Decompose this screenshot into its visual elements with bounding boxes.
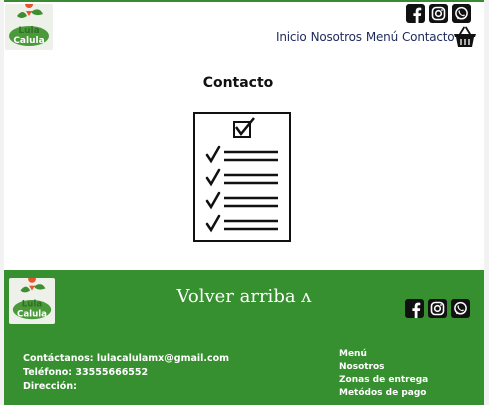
checklist-icon <box>193 112 293 248</box>
footer-link-pagos[interactable]: Metódos de pago <box>339 387 428 400</box>
facebook-icon[interactable] <box>405 299 424 318</box>
svg-text:Calula: Calula <box>13 36 44 46</box>
nav-item-menu[interactable]: Menú <box>366 30 398 44</box>
svg-text:Lula: Lula <box>18 26 39 36</box>
whatsapp-icon[interactable] <box>451 299 470 318</box>
brand-logo[interactable]: Lula Calula <box>5 4 53 50</box>
footer-link-menu[interactable]: Menú <box>339 348 428 361</box>
basket-icon[interactable] <box>453 26 477 52</box>
header-social-links <box>406 4 471 23</box>
footer: Lula Calula Volver arriba ʌ Contáctanos:… <box>4 270 484 405</box>
facebook-icon[interactable] <box>406 4 425 23</box>
contact-address: Dirección: <box>23 381 77 392</box>
instagram-icon[interactable] <box>428 299 447 318</box>
footer-link-nosotros[interactable]: Nosotros <box>339 361 428 374</box>
page: Lula Calula Inicio Nosotros Menú Contact… <box>4 0 484 405</box>
nav-item-inicio[interactable]: Inicio <box>276 30 307 44</box>
contact-info: Contáctanos: lulacalulamx@gmail.com Telé… <box>23 352 229 394</box>
footer-link-zonas[interactable]: Zonas de entrega <box>339 374 428 387</box>
instagram-icon[interactable] <box>429 4 448 23</box>
footer-social-links <box>405 299 470 318</box>
contact-email: Contáctanos: lulacalulamx@gmail.com <box>23 353 230 364</box>
nav-item-nosotros[interactable]: Nosotros <box>311 30 362 44</box>
svg-text:Calula: Calula <box>17 309 47 319</box>
page-title: Contacto <box>202 75 274 91</box>
contact-phone: Teléfono: 33555666552 <box>23 367 149 378</box>
nav-item-contacto[interactable]: Contacto <box>402 30 455 44</box>
footer-links: Menú Nosotros Zonas de entrega Metódos d… <box>339 348 428 400</box>
whatsapp-icon[interactable] <box>452 4 471 23</box>
main-nav: Inicio Nosotros Menú Contacto <box>276 30 455 44</box>
